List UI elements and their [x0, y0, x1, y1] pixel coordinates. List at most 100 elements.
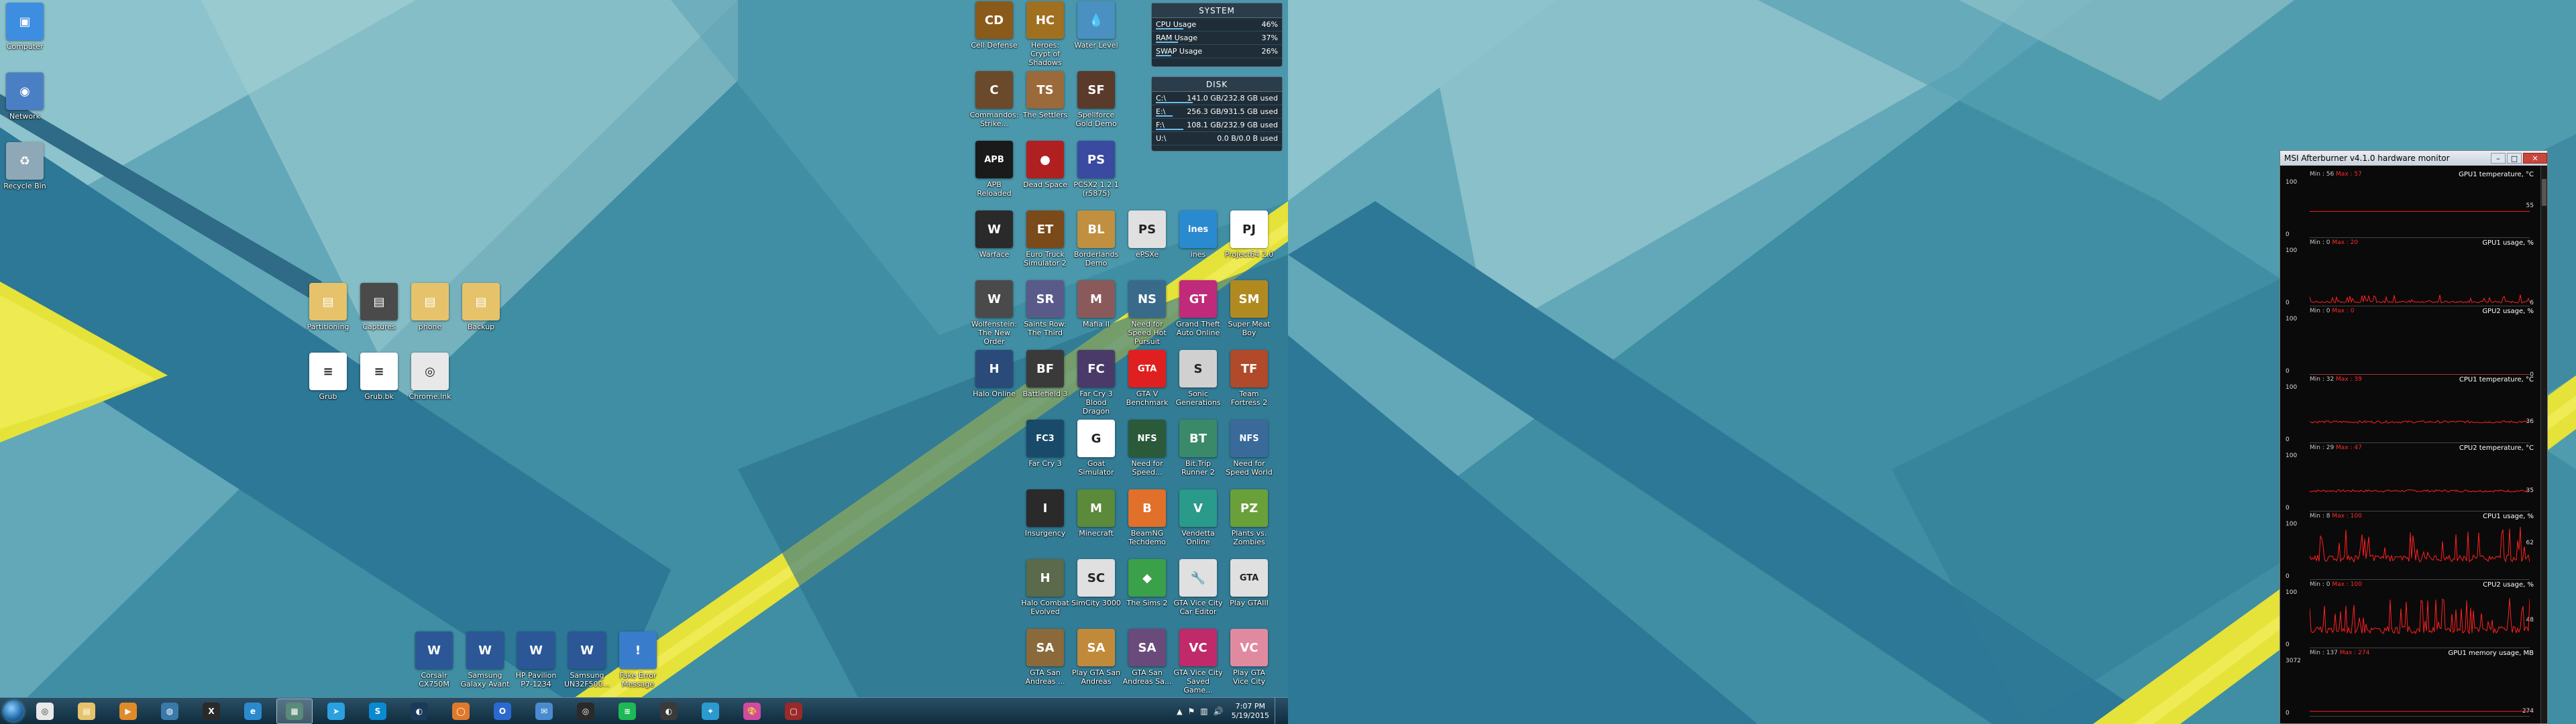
desktop-icon-dead-space[interactable]: ● Dead Space	[1020, 141, 1070, 208]
taskbar-button-spotify[interactable]: ≋	[609, 699, 645, 724]
desktop-icon-partitioning[interactable]: ▤ Partitioning	[303, 283, 353, 350]
afterburner-window[interactable]: MSI Afterburner v4.1.0 hardware monitor …	[2279, 150, 2548, 724]
start-button[interactable]	[0, 698, 27, 724]
desktop-icon-plants-vs-zombies[interactable]: PZ Plants vs. Zombies	[1224, 489, 1274, 556]
desktop-icon-the-settlers[interactable]: TS The Settlers	[1020, 71, 1070, 138]
action-center-icon[interactable]: ⚑	[1188, 707, 1195, 716]
taskbar-button-steam[interactable]: ◐	[401, 699, 437, 724]
desktop-icon-network[interactable]: ◉ Network	[0, 72, 50, 139]
desktop-icon-the-sims-2[interactable]: ◆ The Sims 2	[1122, 559, 1172, 626]
taskbar-button-explorer[interactable]: ▤	[68, 699, 105, 724]
afterburner-titlebar[interactable]: MSI Afterburner v4.1.0 hardware monitor …	[2280, 151, 2547, 166]
desktop-icon-gta-v-benchmark[interactable]: GTA GTA V Benchmark	[1122, 350, 1172, 417]
taskbar-button-explorer-active[interactable]: ▦	[276, 698, 313, 724]
taskbar-button-xmind[interactable]: X	[193, 699, 229, 724]
desktop-icon-cell-defense[interactable]: CD Cell Defense	[969, 1, 1019, 68]
monitor-graph-gpu1-memory-usage-mb[interactable]: GPU1 memory usage, MB Min : 137 Max : 274…	[2286, 650, 2534, 717]
desktop-icon-far-cry-3-blood-dragon[interactable]: FC Far Cry 3 Blood Dragon	[1071, 350, 1121, 417]
desktop-icon-play-gtaiii[interactable]: GTA Play GTAIII	[1224, 559, 1274, 626]
desktop-icon-pcsx2-1-2-1-r5875[interactable]: PS PCSX2 1.2.1 (r5875)	[1071, 141, 1121, 208]
monitor-graph-cpu2-usage[interactable]: CPU2 usage, % Min : 0 Max : 100 100 0 48	[2286, 581, 2534, 649]
taskbar-button-telegram[interactable]: ➤	[318, 699, 354, 724]
desktop-icon-hp-pavilion-p7-1234[interactable]: W HP Pavilion P7-1234	[511, 631, 561, 699]
desktop-icon-insurgency[interactable]: I Insurgency	[1020, 489, 1070, 556]
desktop-icon-chrome-lnk[interactable]: ◎ Chrome.lnk	[405, 353, 455, 420]
taskbar-button-media-player[interactable]: ▶	[110, 699, 146, 724]
desktop-icon-gta-vice-city-car-editor[interactable]: 🔧 GTA Vice City Car Editor	[1173, 559, 1223, 626]
desktop-icon-apb-reloaded[interactable]: APB APB Reloaded	[969, 141, 1019, 208]
taskbar-button-paint[interactable]: 🎨	[734, 699, 770, 724]
clock[interactable]: 7:07 PM 5/19/2015	[1232, 702, 1269, 721]
desktop-icon-need-for-speed-hot-pursuit[interactable]: NS Need for Speed Hot Pursuit	[1122, 280, 1172, 347]
desktop-icon-simcity-3000[interactable]: SC SimCity 3000	[1071, 559, 1121, 626]
desktop-icon-team-fortress-2[interactable]: TF Team Fortress 2	[1224, 350, 1274, 417]
desktop-icon-vendetta-online[interactable]: V Vendetta Online	[1173, 489, 1223, 556]
desktop-icon-fake-error-message[interactable]: ! Fake Error Message	[613, 631, 663, 699]
desktop-icon-beamng-techdemo[interactable]: B BeamNG Techdemo	[1122, 489, 1172, 556]
monitor-graph-cpu1-temperature-c[interactable]: CPU1 temperature, °C Min : 32 Max : 39 100…	[2286, 376, 2534, 444]
desktop-icon-far-cry-3[interactable]: FC3 Far Cry 3	[1020, 420, 1070, 487]
disk-gadget[interactable]: DISK C:\ 141.0 GB/232.8 GB used E:\ 256.3 G…	[1151, 76, 1283, 152]
desktop-icon-super-meat-boy[interactable]: SM Super Meat Boy	[1224, 280, 1274, 347]
scrollbar-thumb[interactable]	[2542, 179, 2546, 206]
taskbar-button-kodi[interactable]: ✦	[692, 699, 729, 724]
desktop-icon-corsair-cx750m[interactable]: W Corsair CX750M	[409, 631, 459, 699]
taskbar-button-steam2[interactable]: ◐	[651, 699, 687, 724]
desktop-icon-borderlands-demo[interactable]: BL Borderlands Demo	[1071, 210, 1121, 278]
desktop-icon-sonic-generations[interactable]: S Sonic Generations	[1173, 350, 1223, 417]
desktop-icon-minecraft[interactable]: M Minecraft	[1071, 489, 1121, 556]
close-button[interactable]: ✕	[2523, 153, 2547, 164]
desktop-icon-captures[interactable]: ▤ Captures	[354, 283, 404, 350]
taskbar-button-origin[interactable]: ◯	[443, 699, 479, 724]
desktop-icon-need-for-speed-world[interactable]: NFS Need for Speed World	[1224, 420, 1274, 487]
afterburner-scrollbar[interactable]	[2540, 166, 2547, 723]
desktop-icon-samsung-galaxy-avant[interactable]: W Samsung Galaxy Avant	[460, 631, 510, 699]
desktop-icon-gta-vice-city-saved-game[interactable]: VC GTA Vice City Saved Game...	[1173, 629, 1223, 696]
taskbar-button-steam-big[interactable]: ◍	[152, 699, 188, 724]
taskbar-button-ie[interactable]: e	[235, 699, 271, 724]
desktop-icon-grub-bk[interactable]: ≡ Grub.bk	[354, 353, 404, 420]
monitor-graph-gpu1-temperature-c[interactable]: GPU1 temperature, °C Min : 56 Max : 57 100…	[2286, 171, 2534, 239]
desktop-icon-phone[interactable]: ▤ phone	[405, 283, 455, 350]
desktop-icon-wolfenstein-the-new-order[interactable]: W Wolfenstein: The New Order	[969, 280, 1019, 347]
taskbar-button-skype[interactable]: S	[360, 699, 396, 724]
desktop-icon-project64-2-0[interactable]: PJ Project64 2.0	[1224, 210, 1274, 278]
desktop-icon-commandos-strike[interactable]: C Commandos: Strike...	[969, 71, 1019, 138]
taskbar-button-outlook[interactable]: O	[484, 699, 521, 724]
desktop-icon-halo-online[interactable]: H Halo Online	[969, 350, 1019, 417]
desktop-icon-heroes-crypt-of-shadows[interactable]: HC Heroes: Crypt of Shadows	[1020, 1, 1070, 68]
desktop-icon-goat-simulator[interactable]: G Goat Simulator	[1071, 420, 1121, 487]
monitor-graph-cpu2-temperature-c[interactable]: CPU2 temperature, °C Min : 29 Max : 47 100…	[2286, 444, 2534, 512]
monitor-graph-gpu2-usage[interactable]: GPU2 usage, % Min : 0 Max : 0 100 0 0	[2286, 308, 2534, 378]
desktop-icon-grub[interactable]: ≡ Grub	[303, 353, 353, 420]
desktop-icon-grand-theft-auto-online[interactable]: GT Grand Theft Auto Online	[1173, 280, 1223, 347]
monitor-graph-gpu1-usage[interactable]: GPU1 usage, % Min : 0 Max : 20 100 0 6	[2286, 239, 2534, 307]
monitor-graph-cpu1-usage[interactable]: CPU1 usage, % Min : 8 Max : 100 100 0 62	[2286, 513, 2534, 581]
desktop-icon-spellforce-gold-demo[interactable]: SF Spellforce Gold Demo	[1071, 71, 1121, 138]
desktop-icon-bit-trip-runner-2[interactable]: BT Bit.Trip Runner 2	[1173, 420, 1223, 487]
desktop-icon-epsxe[interactable]: PS ePSXe	[1122, 210, 1172, 278]
show-desktop-button[interactable]	[1275, 698, 1281, 724]
desktop-icon-play-gta-vice-city[interactable]: VC Play GTA Vice City	[1224, 629, 1274, 696]
desktop-icon-warface[interactable]: W Warface	[969, 210, 1019, 278]
taskbar-button-afterburner[interactable]: ▢	[775, 699, 812, 724]
system-gadget[interactable]: SYSTEM CPU Usage 46% RAM Usage 37% SWAP Usag…	[1151, 3, 1283, 67]
desktop-icon-samsung-un32f500[interactable]: W Samsung UN32F500...	[562, 631, 612, 699]
network-icon[interactable]: ▥	[1200, 707, 1208, 716]
taskbar-button-chrome[interactable]: ◎	[27, 699, 63, 724]
minimize-button[interactable]: –	[2491, 153, 2506, 164]
desktop-icon-gta-san-andreas-sa[interactable]: SA GTA San Andreas Sa...	[1122, 629, 1172, 696]
maximize-button[interactable]: □	[2507, 153, 2522, 164]
desktop-icon-recycle-bin[interactable]: ♻ Recycle Bin	[0, 142, 50, 209]
taskbar-button-mail[interactable]: ✉	[526, 699, 562, 724]
desktop-icon-euro-truck-simulator-2[interactable]: ET Euro Truck Simulator 2	[1020, 210, 1070, 278]
desktop-icon-need-for-speed[interactable]: NFS Need for Speed...	[1122, 420, 1172, 487]
desktop-icon-mafia-ii[interactable]: M Mafia II	[1071, 280, 1121, 347]
tray-expand-icon[interactable]: ▲	[1177, 707, 1182, 716]
desktop-icon-saints-row-the-third[interactable]: SR Saints Row: The Third	[1020, 280, 1070, 347]
desktop-icon-battlefield-3[interactable]: BF Battlefield 3	[1020, 350, 1070, 417]
taskbar-button-obs[interactable]: ◎	[568, 699, 604, 724]
desktop-icon-backup[interactable]: ▤ Backup	[456, 283, 506, 350]
desktop-icon-halo-combat-evolved[interactable]: H Halo Combat Evolved	[1020, 559, 1070, 626]
desktop-icon-ines[interactable]: ines ines	[1173, 210, 1223, 278]
